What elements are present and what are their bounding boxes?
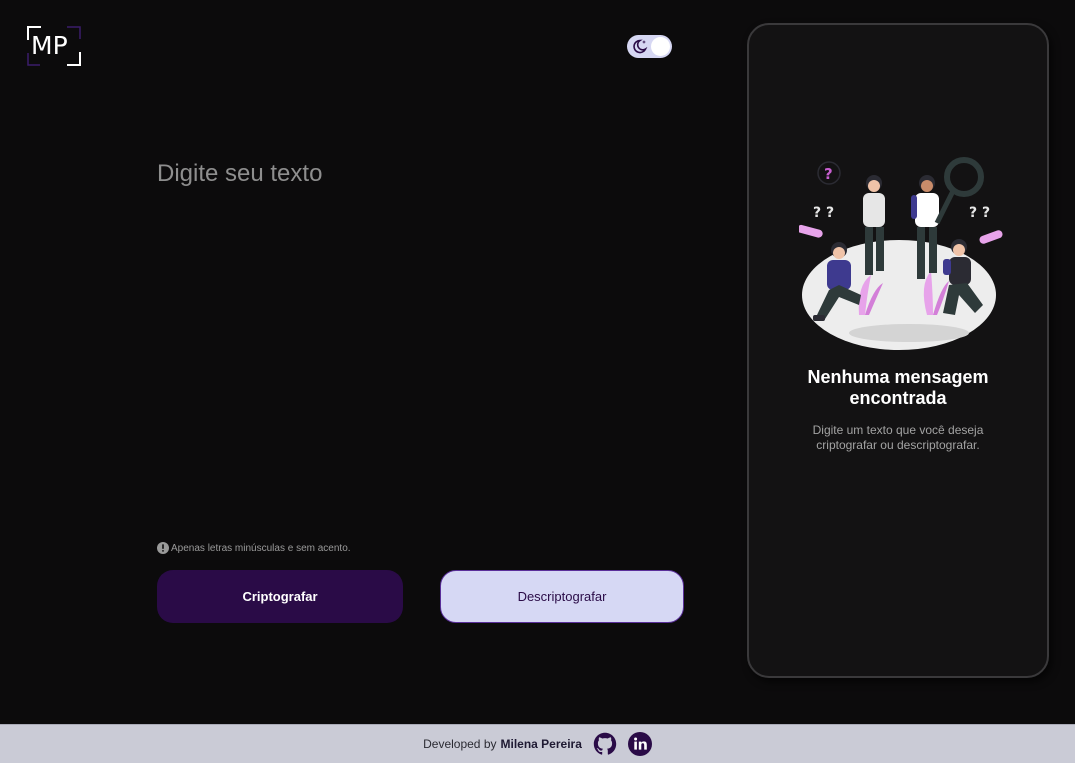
linkedin-icon[interactable] bbox=[627, 732, 652, 756]
svg-text:? ?: ? ? bbox=[969, 205, 990, 221]
toggle-knob[interactable] bbox=[651, 37, 670, 56]
logo[interactable]: MP bbox=[27, 26, 81, 66]
decrypt-button[interactable]: Descriptografar bbox=[440, 570, 684, 623]
input-hint: Apenas letras minúsculas e sem acento. bbox=[157, 542, 351, 554]
output-panel: ? ? ? ? ? Nenhuma mensagem encontrada Di… bbox=[747, 23, 1049, 678]
footer-credit-prefix: Developed by bbox=[423, 737, 497, 751]
hint-text: Apenas letras minúsculas e sem acento. bbox=[171, 542, 351, 554]
footer-author: Milena Pereira bbox=[500, 737, 582, 751]
encrypt-button[interactable]: Criptografar bbox=[157, 570, 403, 623]
theme-toggle[interactable] bbox=[627, 35, 672, 58]
app-page: MP Apenas letras minúsculas e sem acento… bbox=[0, 0, 1075, 763]
svg-text:? ?: ? ? bbox=[813, 205, 834, 221]
people-searching-illustration: ? ? ? ? ? bbox=[799, 157, 1003, 350]
moon-icon bbox=[633, 39, 648, 54]
logo-text: MP bbox=[31, 31, 68, 60]
output-description: Digite um texto que você deseja criptogr… bbox=[812, 423, 984, 452]
message-input[interactable] bbox=[157, 150, 687, 520]
github-icon[interactable] bbox=[593, 732, 617, 756]
svg-text:?: ? bbox=[824, 165, 833, 183]
footer: Developed by Milena Pereira bbox=[0, 724, 1075, 763]
output-title: Nenhuma mensagem encontrada bbox=[807, 367, 989, 408]
exclamation-icon bbox=[157, 542, 169, 554]
